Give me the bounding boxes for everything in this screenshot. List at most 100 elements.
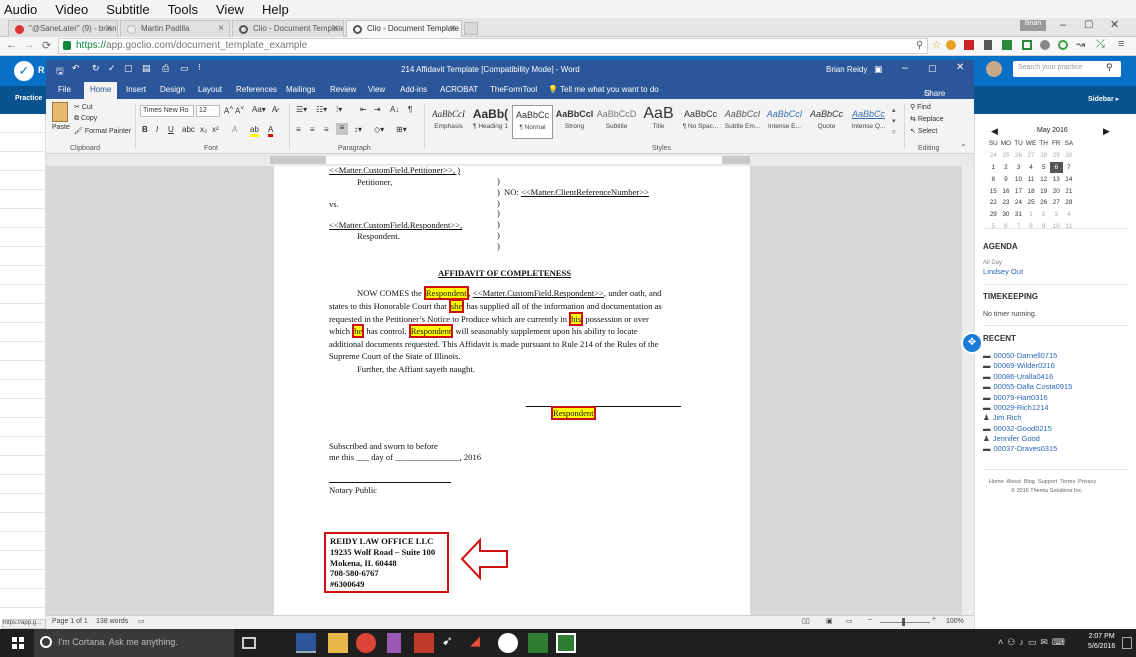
next-month-icon[interactable]: ▶ — [1103, 126, 1110, 137]
profile-button[interactable]: Brian — [1020, 20, 1046, 31]
proofing-icon[interactable]: ▭ — [138, 617, 145, 625]
clio-search-input[interactable]: Search your practice — [1013, 61, 1121, 77]
search-icon[interactable]: ⚲ — [1106, 62, 1113, 73]
zoom-icon[interactable]: ⚲ — [916, 40, 923, 51]
forward-icon[interactable]: → — [24, 39, 35, 51]
app-icon[interactable] — [387, 633, 401, 653]
bookmark-star-icon[interactable]: ☆ — [932, 40, 941, 51]
collapse-ribbon-icon[interactable]: ⌃ — [960, 143, 967, 152]
camtasia-icon[interactable] — [528, 633, 548, 653]
recent-item[interactable]: ▬ 00055-Dalla Costa0915 — [983, 382, 1072, 391]
text-effects-icon[interactable]: A — [232, 125, 237, 134]
calendar-day[interactable]: 25 — [1000, 150, 1013, 162]
close-window-icon[interactable]: ✕ — [1110, 18, 1119, 31]
back-icon[interactable]: ← — [6, 39, 17, 51]
recent-item[interactable]: ▬ 00086-Uralla0416 — [983, 372, 1053, 381]
menu-subtitle[interactable]: Subtitle — [106, 2, 149, 17]
strikethrough-button[interactable]: abc — [182, 125, 195, 134]
paste-button[interactable]: Paste — [52, 124, 70, 131]
styles-scroll-icon[interactable]: ▴ ▾ ▿ — [892, 105, 896, 138]
undo-icon[interactable]: ↶ — [72, 63, 80, 74]
maximize-icon[interactable]: ▢ — [1084, 19, 1093, 30]
style-intense-emphasis[interactable]: AaBbCcI Intense E... — [764, 105, 805, 139]
calendar-day[interactable]: 21 — [1063, 185, 1076, 197]
style-no-spacing[interactable]: AaBbCc ¶ No Spac... — [680, 105, 721, 139]
recent-item[interactable]: ▬ 00079-Hart0316 — [983, 393, 1048, 402]
extension-icon[interactable] — [1040, 40, 1050, 50]
url-bar[interactable]: https://app.goclio.com/document_template… — [58, 38, 928, 54]
style-normal[interactable]: AaBbCc ¶ Normal — [512, 105, 553, 139]
italic-button[interactable]: I — [156, 125, 158, 134]
calendar-day[interactable]: 28 — [1063, 197, 1076, 209]
read-mode-icon[interactable]: ▯▯ — [802, 617, 810, 625]
recent-item[interactable]: ▬ 00029-Rich1214 — [983, 403, 1049, 412]
cut-button[interactable]: ✂ Cut — [74, 103, 93, 111]
recent-item[interactable]: ♟ Jennifer Good — [983, 434, 1040, 443]
decrease-indent-icon[interactable]: ⇤ — [360, 105, 367, 114]
web-layout-icon[interactable]: ▭ — [846, 617, 853, 625]
open-icon[interactable]: ▭ — [180, 63, 189, 74]
calendar-day[interactable]: 3 — [1050, 209, 1063, 221]
find-button[interactable]: ⚲ Find — [910, 103, 931, 111]
close-icon[interactable]: × — [218, 23, 224, 34]
close-icon[interactable]: ✕ — [956, 62, 964, 73]
sort-icon[interactable]: A↓ — [390, 105, 399, 114]
font-color-icon[interactable]: A — [268, 125, 274, 137]
spelling-icon[interactable]: ✓ — [108, 63, 116, 74]
tab-theformtool[interactable]: TheFormTool — [490, 85, 537, 94]
font-size-select[interactable]: 12 — [196, 105, 220, 117]
tell-me-input[interactable]: Tell me what you want to do — [560, 85, 659, 94]
tab-add-ins[interactable]: Add-ins — [400, 85, 427, 94]
clio-logo-icon[interactable]: ✓ — [14, 61, 34, 81]
calendar-day[interactable]: 2 — [1037, 209, 1050, 221]
calendar-day[interactable]: 3 — [1012, 162, 1025, 174]
ruler[interactable] — [46, 154, 974, 166]
calendar-day[interactable]: 6 — [1000, 221, 1013, 233]
clock[interactable]: 2:07 PM 5/6/2016 — [1088, 632, 1115, 652]
calendar-day[interactable]: 11 — [1063, 221, 1076, 233]
calendar-day[interactable]: 4 — [1025, 162, 1038, 174]
prev-month-icon[interactable]: ◀ — [991, 126, 998, 137]
tab-home[interactable]: Home — [84, 82, 118, 99]
menu-view[interactable]: View — [216, 2, 244, 17]
new-tab-button[interactable] — [464, 22, 478, 35]
menu-audio[interactable]: Audio — [4, 2, 37, 17]
align-right-icon[interactable]: ≡ — [324, 125, 329, 134]
page-count[interactable]: Page 1 of 1 — [52, 618, 88, 625]
tab-design[interactable]: Design — [160, 85, 185, 94]
tab-mailings[interactable]: Mailings — [286, 85, 315, 94]
calendar-day[interactable]: 27 — [1025, 150, 1038, 162]
maximize-icon[interactable]: ▢ — [928, 63, 937, 74]
tab-acrobat[interactable]: ACROBAT — [440, 85, 478, 94]
pin-icon[interactable]: ➹ — [442, 633, 462, 653]
style-emphasis[interactable]: AaBbCcI Emphasis — [428, 105, 469, 139]
calendar-day[interactable]: 2 — [1000, 162, 1013, 174]
avatar[interactable] — [986, 61, 1002, 77]
tab-references[interactable]: References — [236, 85, 277, 94]
recent-item[interactable]: ▬ 00032-Good0215 — [983, 424, 1052, 433]
superscript-button[interactable]: x² — [212, 125, 219, 134]
zoom-slider[interactable] — [880, 622, 930, 623]
calendar-day[interactable]: 7 — [1063, 162, 1076, 174]
calendar-day[interactable]: 7 — [1012, 221, 1025, 233]
calendar-day[interactable]: 25 — [1025, 197, 1038, 209]
grow-font-icon[interactable]: A˄ A˅ — [224, 105, 244, 116]
numbering-icon[interactable]: ☷▾ — [316, 105, 327, 114]
browser-tab[interactable]: "@SaneLater" (9) - brian@...× — [8, 20, 118, 37]
camtasia-recorder-icon[interactable] — [556, 633, 576, 653]
style-quote[interactable]: AaBbCc Quote — [806, 105, 847, 139]
dropbox-icon[interactable]: ✥ — [961, 332, 983, 354]
vertical-scrollbar[interactable] — [962, 166, 974, 615]
underline-button[interactable]: U — [168, 125, 174, 134]
redo-icon[interactable]: ↻ — [92, 63, 100, 74]
font-name-select[interactable]: Times New Ro — [140, 105, 194, 117]
calendar-day[interactable]: 14 — [1063, 173, 1076, 185]
close-icon[interactable]: × — [450, 23, 456, 34]
calendar-day[interactable]: 29 — [1050, 150, 1063, 162]
save-icon[interactable]: 🖫 — [56, 64, 64, 80]
calendar-day[interactable]: 17 — [1012, 185, 1025, 197]
recent-item[interactable]: ▬ 00050-Darnell0715 — [983, 351, 1057, 360]
calendar-day[interactable]: 12 — [1037, 173, 1050, 185]
practice-label[interactable]: Practice — [15, 95, 42, 102]
extension-icon[interactable]: ⤯ — [1096, 38, 1105, 51]
